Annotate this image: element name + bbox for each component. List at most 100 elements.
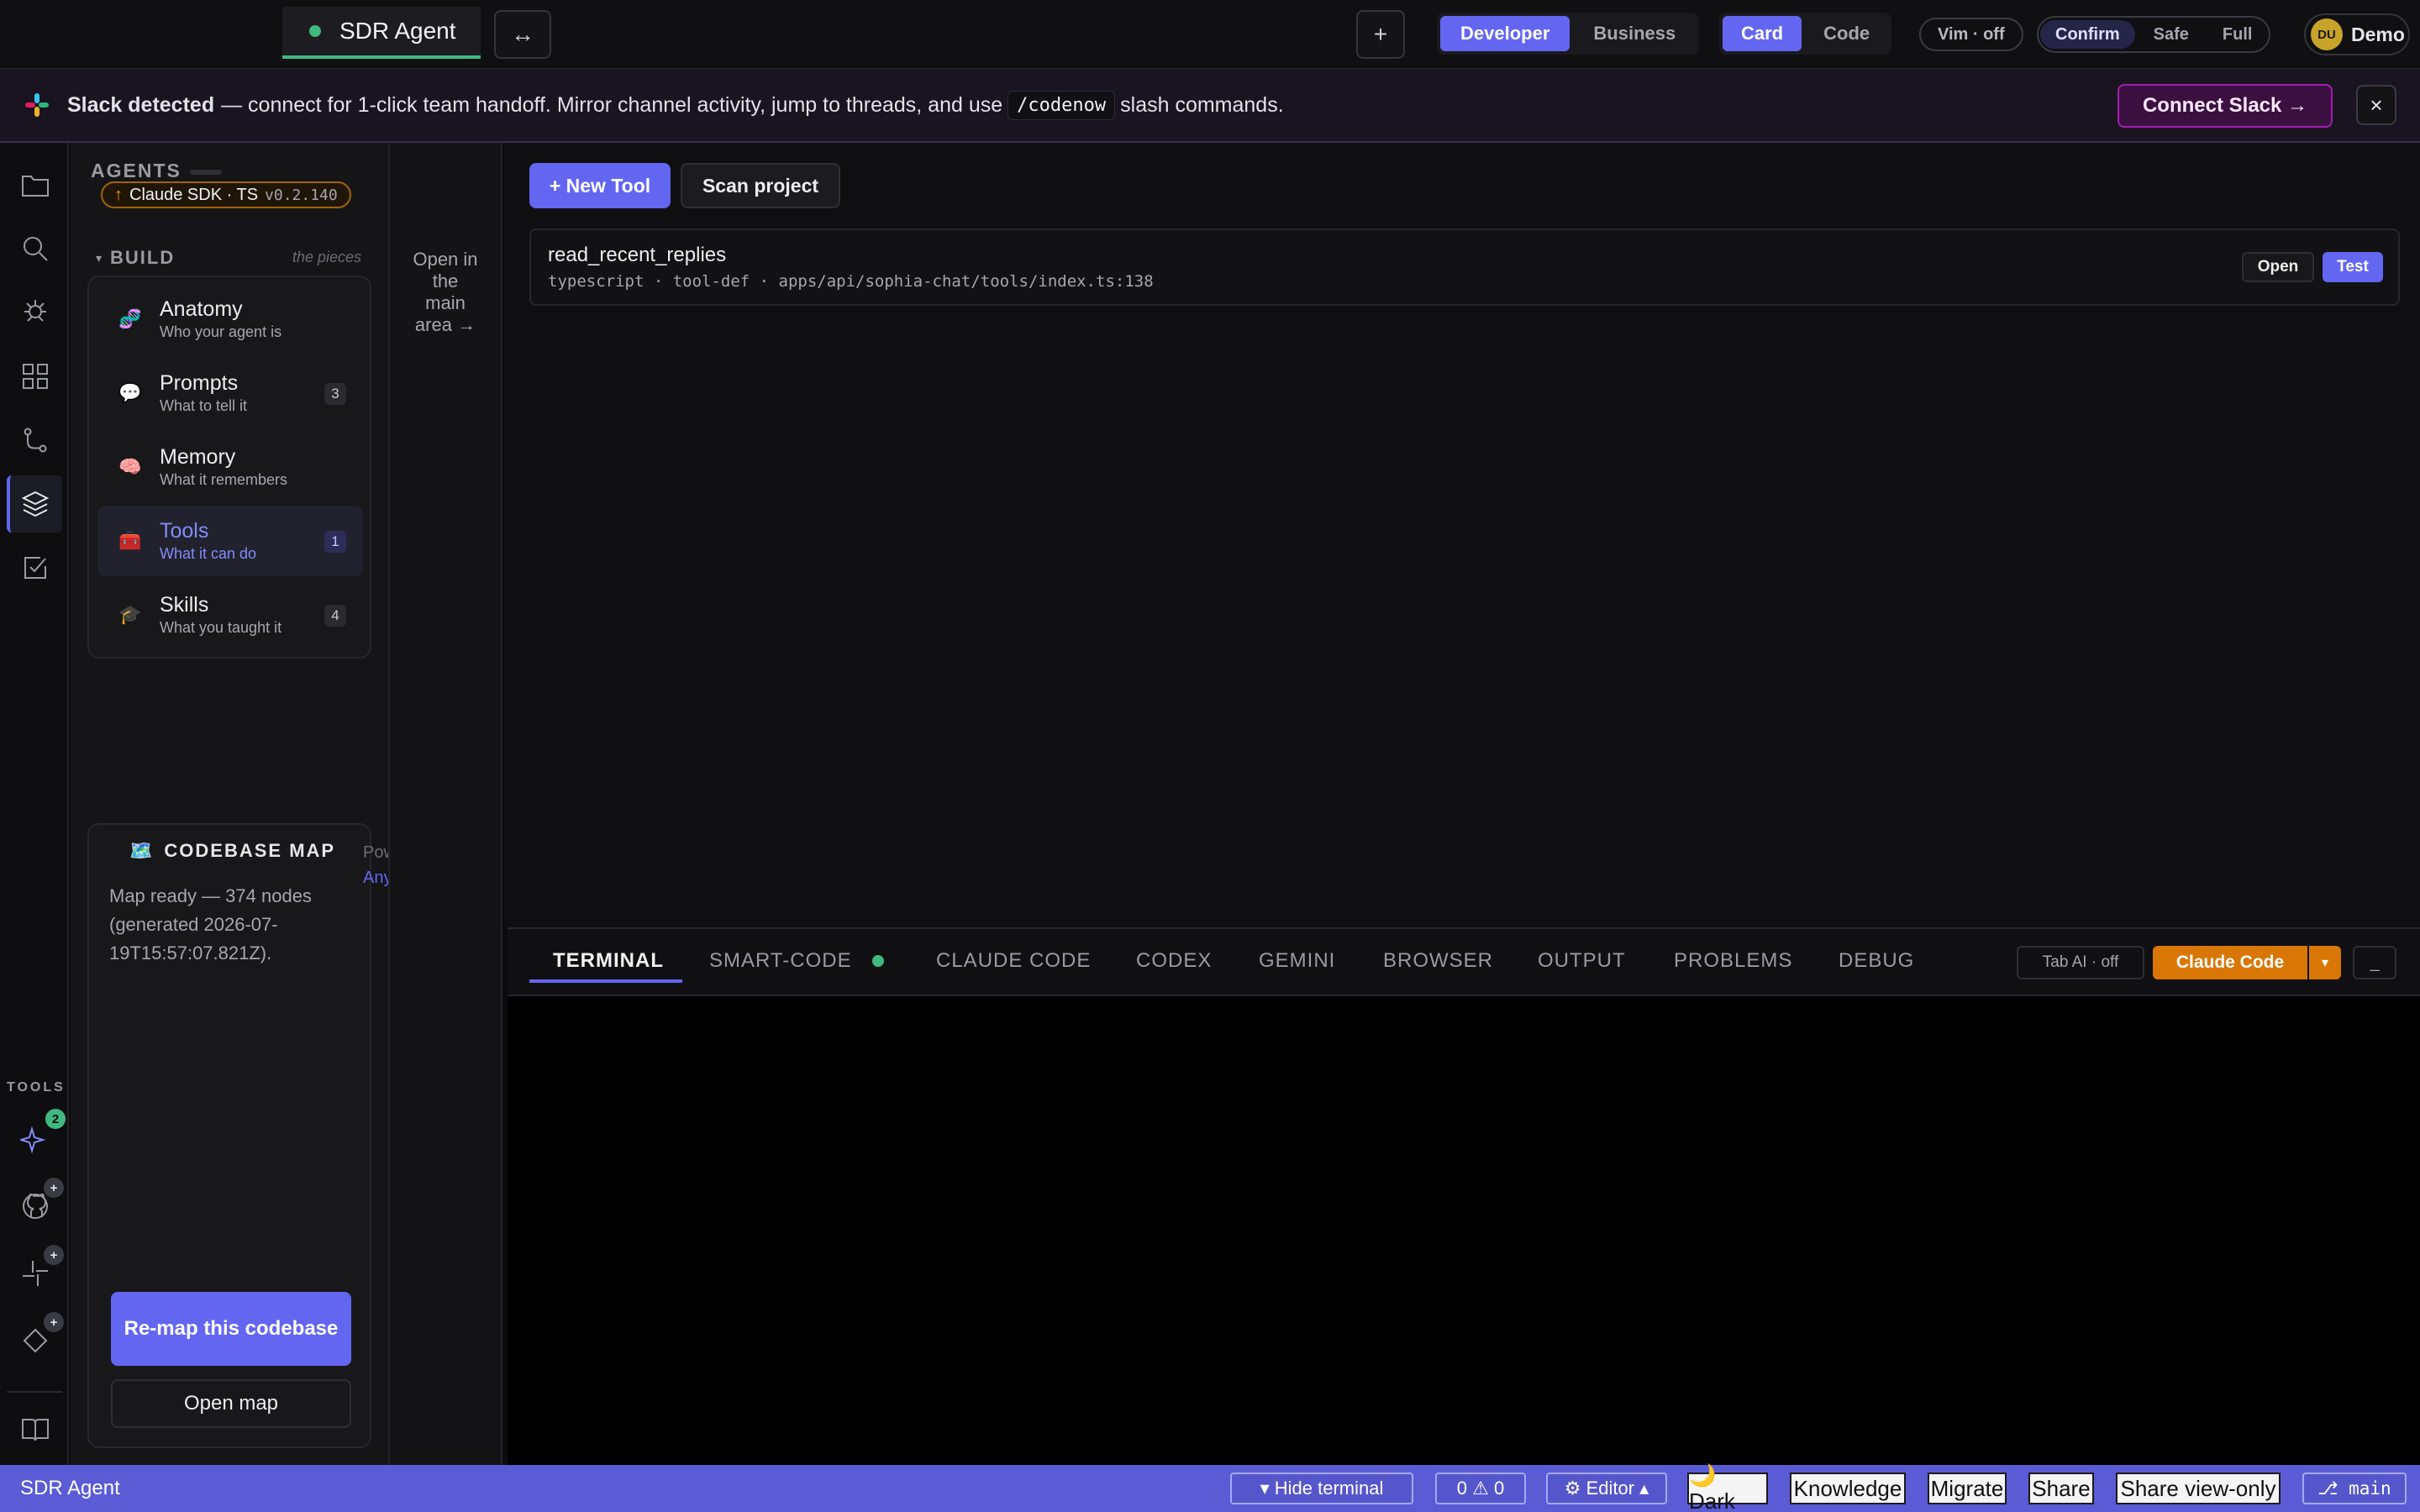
tab-browser[interactable]: BROWSER — [1383, 949, 1493, 973]
chevron-down-icon: ▾ — [2321, 956, 2329, 970]
layers-icon[interactable] — [17, 486, 54, 522]
view-card[interactable]: Card — [1723, 16, 1802, 51]
sparkle-icon[interactable] — [17, 1122, 54, 1159]
remap-codebase-button[interactable]: Re-map this codebase — [111, 1292, 351, 1366]
swap-icon: ↔ — [511, 21, 534, 47]
claude-code-dropdown[interactable]: ▾ — [2309, 946, 2341, 979]
project-name: SDR Agent — [20, 1477, 120, 1499]
problems-counter[interactable]: 0 ⚠ 0 — [1435, 1473, 1526, 1504]
tab-codex[interactable]: CODEX — [1136, 949, 1212, 973]
git-branch-indicator[interactable]: ⎇ main — [2302, 1473, 2407, 1504]
agents-title: AGENTS — [91, 160, 182, 181]
safety-full[interactable]: Full — [2207, 20, 2268, 49]
active-tab-indicator — [529, 979, 682, 983]
hide-terminal-button[interactable]: ▾ Hide terminal — [1230, 1473, 1413, 1504]
item-subtitle: Who your agent is — [160, 323, 282, 340]
terminal-output[interactable] — [508, 996, 2420, 1465]
tab-ai-toggle[interactable]: Tab AI · off — [2017, 946, 2144, 979]
speech-bubble-icon: 💬 — [118, 382, 142, 403]
search-icon[interactable] — [17, 230, 54, 267]
slack-banner: Slack detected — connect for 1-click tea… — [0, 69, 2420, 143]
build-hint: the pieces — [292, 249, 362, 265]
editor-menu-button[interactable]: ⚙ Editor ▴ — [1546, 1473, 1667, 1504]
migrate-button[interactable]: Migrate — [1928, 1473, 2007, 1504]
tab-gemini[interactable]: GEMINI — [1259, 949, 1335, 973]
connect-slack-button[interactable]: Connect Slack → — [2118, 84, 2333, 128]
item-title: Tools — [160, 519, 209, 543]
item-subtitle: What you taught it — [160, 619, 282, 636]
list-item-skills[interactable]: 🎓 Skills What you taught it 4 — [97, 580, 363, 650]
tab-claude-code[interactable]: CLAUDE CODE — [936, 949, 1091, 973]
user-menu[interactable]: DU Demo — [2304, 13, 2410, 55]
tab-smart-code[interactable]: SMART-CODE — [709, 949, 852, 973]
share-view-only-button[interactable]: Share view-only — [2116, 1473, 2281, 1504]
view-code[interactable]: Code — [1805, 16, 1888, 51]
item-subtitle: What to tell it — [160, 397, 248, 414]
item-title: Anatomy — [160, 297, 243, 321]
status-bar: SDR Agent ▾ Hide terminal 0 ⚠ 0 ⚙ Editor… — [0, 1462, 2420, 1512]
list-item-memory[interactable]: 🧠 Memory What it remembers — [97, 432, 363, 502]
hint-line: area → — [414, 314, 476, 335]
folder-icon[interactable] — [17, 166, 54, 203]
slack-add-badge[interactable]: + — [44, 1245, 64, 1265]
git-branch-icon[interactable] — [17, 422, 54, 459]
dark-mode-toggle[interactable]: 🌙 Dark — [1687, 1462, 1768, 1512]
minimize-terminal-button[interactable]: _ — [2353, 946, 2396, 979]
knowledge-button[interactable]: Knowledge — [1790, 1473, 1906, 1504]
swap-layout-button[interactable]: ↔ — [494, 10, 551, 59]
map-icon: 🗺️ — [129, 840, 153, 861]
new-tool-button[interactable]: + New Tool — [529, 163, 671, 208]
graduation-cap-icon: 🎓 — [118, 604, 142, 625]
safety-confirm[interactable]: Confirm — [2040, 20, 2135, 49]
count-badge: 4 — [324, 605, 346, 627]
rail-divider — [7, 1391, 62, 1393]
sparkle-badge: 2 — [45, 1109, 66, 1129]
diamond-add-badge[interactable]: + — [44, 1312, 64, 1332]
codebase-map-card: 🗺️ CODEBASE MAP Map ready — 374 nodes (g… — [87, 823, 371, 1448]
brain-icon: 🧠 — [118, 456, 142, 477]
share-button[interactable]: Share — [2028, 1473, 2094, 1504]
chevron-down-icon: ▾ — [96, 250, 103, 265]
tab-debug[interactable]: DEBUG — [1839, 949, 1914, 973]
tool-card[interactable]: read_recent_replies typescript · tool-de… — [529, 228, 2400, 306]
test-tool-button[interactable]: Test — [2323, 252, 2383, 282]
tab-label: SDR Agent — [339, 18, 456, 44]
open-in-main-hint: Open in the main area → — [395, 249, 496, 336]
tab-output[interactable]: OUTPUT — [1538, 949, 1626, 973]
banner-text: — connect for 1-click team handoff. Mirr… — [221, 92, 1003, 117]
dna-icon: 🧬 — [118, 308, 142, 329]
open-map-button[interactable]: Open map — [111, 1379, 351, 1428]
tasks-icon[interactable] — [17, 549, 54, 586]
map-status: Map ready — 374 nodes (generated 2026-07… — [109, 885, 312, 963]
open-tool-button[interactable]: Open — [2242, 252, 2314, 282]
user-name: Demo — [2351, 23, 2405, 45]
mode-business[interactable]: Business — [1573, 16, 1696, 51]
detail-column — [388, 143, 502, 1465]
list-item-anatomy[interactable]: 🧬 Anatomy Who your agent is — [97, 284, 363, 354]
tab-problems[interactable]: PROBLEMS — [1674, 949, 1792, 973]
extensions-icon[interactable] — [17, 358, 54, 395]
book-icon[interactable] — [17, 1411, 54, 1448]
side-text: Pow — [363, 843, 388, 862]
vim-toggle[interactable]: Vim · off — [1919, 18, 2023, 51]
add-tab-button[interactable]: + — [1356, 10, 1405, 59]
side-link[interactable]: Any — [363, 869, 388, 888]
tab-sdr-agent[interactable]: SDR Agent — [282, 7, 481, 59]
upgrade-arrow-icon: ↑ — [114, 185, 123, 204]
debug-icon[interactable] — [17, 292, 54, 329]
mode-developer[interactable]: Developer — [1440, 16, 1570, 51]
close-icon: × — [2370, 92, 2383, 118]
smart-code-status-dot — [872, 955, 884, 967]
toolbox-icon: 🧰 — [118, 530, 142, 551]
close-banner-button[interactable]: × — [2356, 85, 2396, 125]
scan-project-button[interactable]: Scan project — [681, 163, 840, 208]
slack-icon — [24, 92, 50, 118]
build-section-toggle[interactable]: ▾ BUILD — [96, 247, 175, 269]
github-add-badge[interactable]: + — [44, 1178, 64, 1198]
list-item-prompts[interactable]: 💬 Prompts What to tell it 3 — [97, 358, 363, 428]
sdk-version-chip[interactable]: ↑ Claude SDK · TS v0.2.140 — [101, 181, 351, 208]
tab-terminal[interactable]: TERMINAL — [553, 949, 664, 973]
safety-safe[interactable]: Safe — [2139, 20, 2204, 49]
claude-code-button[interactable]: Claude Code — [2153, 946, 2307, 979]
list-item-tools[interactable]: 🧰 Tools What it can do 1 — [97, 506, 363, 576]
